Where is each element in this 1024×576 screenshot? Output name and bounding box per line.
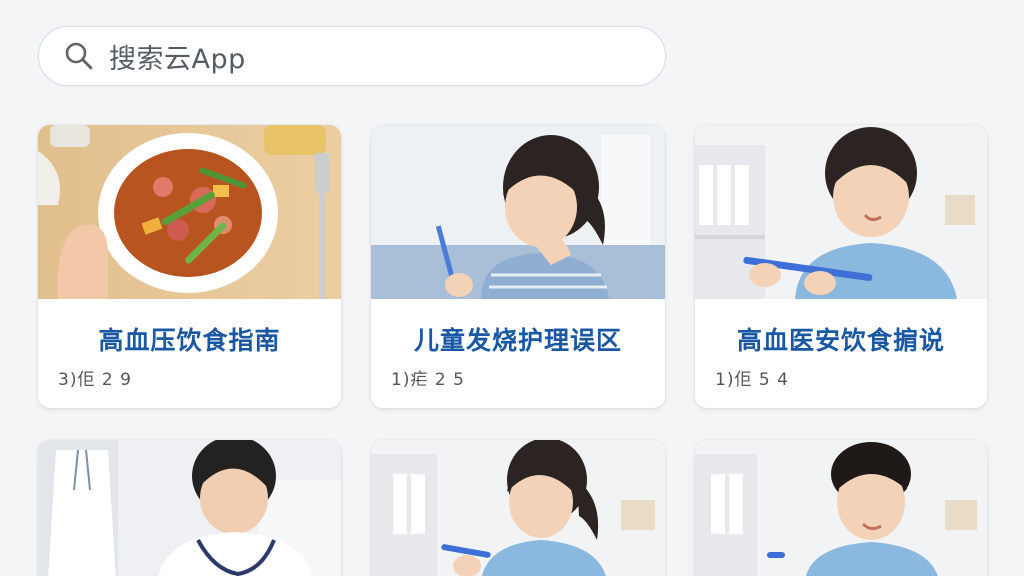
article-thumbnail-child-thermometer bbox=[695, 125, 987, 299]
article-thumbnail-doctor bbox=[38, 440, 341, 576]
article-card-safety[interactable]: 高血医安饮食掮说 1)佢 5 4 bbox=[695, 125, 987, 408]
card-meta: 1)佢 5 4 bbox=[715, 370, 789, 390]
card-meta: 1)疟 2 5 bbox=[391, 370, 465, 390]
card-title: 高血压饮食指南 bbox=[98, 326, 281, 355]
article-card[interactable] bbox=[38, 440, 341, 576]
article-thumbnail-food bbox=[38, 125, 341, 299]
article-card[interactable] bbox=[695, 440, 987, 576]
search-icon bbox=[63, 40, 95, 72]
article-card[interactable] bbox=[371, 440, 665, 576]
card-title: 高血医安饮食掮说 bbox=[736, 326, 945, 355]
article-card-fever[interactable]: 儿童发烧护理误区 1)疟 2 5 bbox=[371, 125, 665, 408]
search-input[interactable]: 搜索云App bbox=[109, 37, 246, 76]
article-thumbnail-child bbox=[371, 440, 665, 576]
card-title: 儿童发烧护理误区 bbox=[413, 326, 622, 355]
article-card-diet[interactable]: 高血压饮食指南 3)佢 2 9 bbox=[38, 125, 341, 408]
card-meta: 3)佢 2 9 bbox=[58, 370, 132, 390]
search-bar[interactable]: 搜索云App bbox=[38, 26, 666, 86]
article-thumbnail-boy bbox=[695, 440, 987, 576]
article-thumbnail-child bbox=[371, 125, 665, 299]
